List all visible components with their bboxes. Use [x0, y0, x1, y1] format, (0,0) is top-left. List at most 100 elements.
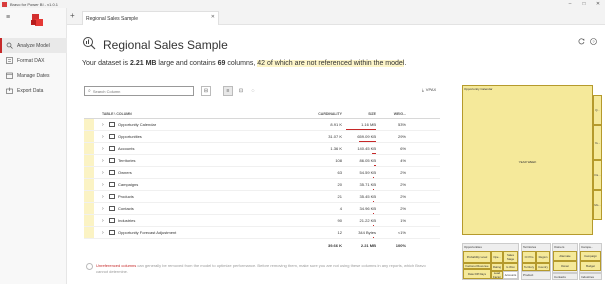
- nav-format-dax[interactable]: Format DAX: [0, 53, 67, 68]
- expand-all-button[interactable]: ≡: [223, 86, 233, 96]
- row-size: 659.09 KB: [357, 134, 376, 139]
- chevron-right-icon[interactable]: ›: [102, 158, 107, 164]
- columns-table: TABLE \ COLUMN CARDINALITY SIZE WEIG... …: [84, 109, 440, 251]
- export-vpax-button[interactable]: ⤓ VPAX: [422, 87, 436, 92]
- table-row[interactable]: › Accounts 1.36 K 140.45 KB 6%: [84, 143, 440, 155]
- table-header: TABLE \ COLUMN CARDINALITY SIZE WEIG...: [84, 109, 440, 119]
- settings-button[interactable]: ◌: [248, 86, 258, 96]
- row-size: 344 Bytes: [358, 230, 376, 235]
- row-weight: <1%: [397, 230, 406, 235]
- filter-unreferenced-button[interactable]: ⊟: [201, 86, 211, 96]
- new-tab-icon[interactable]: +: [70, 11, 75, 20]
- treemap-label: Territories: [523, 245, 537, 249]
- row-cardinality: 31.07 K: [328, 134, 342, 139]
- treemap-cell[interactable]: Budget: [580, 261, 601, 271]
- table-row[interactable]: › Opportunity Calendar 8.91 K 1.16 MB 53%: [84, 119, 440, 131]
- treemap-cell[interactable]: Rating: [491, 263, 503, 271]
- treemap-cell[interactable]: Probability Level: [463, 251, 491, 263]
- tab-close-icon[interactable]: ✕: [211, 14, 215, 20]
- chevron-right-icon[interactable]: ›: [102, 134, 107, 140]
- table-row[interactable]: › Owners 63 54.59 KB 2%: [84, 167, 440, 179]
- treemap-industries[interactable]: Industries: [579, 273, 602, 280]
- chevron-right-icon[interactable]: ›: [102, 146, 107, 152]
- chevron-right-icon[interactable]: ›: [102, 194, 107, 200]
- tab-regional-sales[interactable]: Regional Sales Sample ✕: [82, 11, 219, 25]
- header-name[interactable]: TABLE \ COLUMN: [94, 112, 298, 116]
- treemap-label: Opportunity Calendar: [464, 87, 493, 91]
- table-row[interactable]: › Campaigns 20 35.71 KB 2%: [84, 179, 440, 191]
- row-cardinality: 108: [335, 158, 342, 163]
- row-name: Opportunity Calendar: [118, 122, 157, 127]
- treemap-side-cell[interactable]: Q...: [593, 95, 602, 125]
- table-row[interactable]: › Opportunity Forecast Adjustment 12 344 By…: [84, 227, 440, 239]
- main-panel: Regional Sales Sample ? Your dataset is …: [67, 25, 605, 284]
- chevron-right-icon[interactable]: ›: [102, 230, 107, 236]
- treemap-side-cell[interactable]: Ye...: [593, 125, 602, 160]
- treemap-cell[interactable]: Campaign: [580, 251, 601, 261]
- nav-label: Export Data: [17, 87, 44, 94]
- size-bar: [373, 213, 374, 214]
- treemap-cell[interactable]: Owner: [553, 261, 577, 271]
- row-size: 35.71 KB: [359, 182, 376, 187]
- row-weight: 6%: [400, 146, 406, 151]
- treemap-opportunity-calendar[interactable]: Opportunity Calendar YEAR WEEK: [462, 85, 593, 235]
- maximize-icon[interactable]: □: [577, 0, 591, 8]
- header-weight[interactable]: WEIG...: [376, 112, 408, 116]
- header-cardinality[interactable]: CARDINALITY: [298, 112, 342, 116]
- treemap-cell[interactable]: Ope...: [491, 251, 503, 263]
- unreferenced-indicator: [84, 227, 94, 238]
- chevron-right-icon[interactable]: ›: [102, 182, 107, 188]
- chevron-right-icon[interactable]: ›: [102, 206, 107, 212]
- nav-analyze-model[interactable]: Analyze Model: [0, 38, 67, 53]
- treemap-cell[interactable]: Region: [536, 251, 550, 263]
- row-weight: 29%: [397, 134, 406, 139]
- row-cardinality: 1.36 K: [330, 146, 342, 151]
- collapse-all-button[interactable]: ⊡: [236, 86, 246, 96]
- table-icon: [109, 122, 115, 127]
- table-icon: [109, 134, 115, 139]
- help-icon[interactable]: ?: [590, 38, 597, 45]
- treemap-side-cell[interactable]: Mo...: [593, 190, 602, 220]
- treemap-cell[interactable]: Territory: [522, 263, 536, 271]
- expand-icon: ≡: [226, 88, 230, 94]
- table-row[interactable]: › Territories 108 86.05 KB 4%: [84, 155, 440, 167]
- treemap-cell[interactable]: Alternate: [553, 251, 577, 261]
- minimize-icon[interactable]: –: [563, 0, 577, 8]
- total-cardinality: 39.66 K: [327, 242, 342, 248]
- unreferenced-columns-highlight[interactable]: 42 of which are not referenced within th…: [257, 60, 405, 67]
- row-name: Territories: [118, 158, 136, 163]
- treemap-cell[interactable]: Accounts: [503, 271, 518, 279]
- treemap-cell[interactable]: Sales Stage: [503, 251, 518, 263]
- header-size[interactable]: SIZE: [342, 112, 376, 116]
- chevron-right-icon[interactable]: ›: [102, 170, 107, 176]
- nav-export-data[interactable]: Export Data: [0, 83, 67, 98]
- treemap-cell[interactable]: Lead Factor: [491, 271, 503, 279]
- nav-manage-dates[interactable]: Manage Dates: [0, 68, 67, 83]
- row-cardinality: 8.91 K: [330, 122, 342, 127]
- table-row[interactable]: › Products 21 35.45 KB 2%: [84, 191, 440, 203]
- table-row[interactable]: › Opportunities 31.07 K 659.09 KB 29%: [84, 131, 440, 143]
- table-row[interactable]: › Industries 90 21.22 KB 1%: [84, 215, 440, 227]
- close-icon[interactable]: ✕: [591, 0, 605, 8]
- chevron-right-icon[interactable]: ›: [102, 218, 107, 224]
- table-icon: [109, 182, 115, 187]
- treemap-cell[interactable]: Is Won: [503, 263, 518, 271]
- treemap-cell[interactable]: Or Prio: [522, 251, 536, 263]
- refresh-icon[interactable]: [578, 38, 585, 45]
- treemap-cell[interactable]: Date Diff Days: [463, 269, 491, 279]
- bravo-logo: [31, 14, 43, 26]
- treemap-products[interactable]: Product: [521, 271, 551, 280]
- table-row[interactable]: › Contacts 4 34.96 KB 2%: [84, 203, 440, 215]
- unreferenced-columns-link[interactable]: Unreferenced columns: [96, 263, 136, 268]
- treemap-cell[interactable]: Country: [536, 263, 550, 271]
- treemap-side-cell[interactable]: Fis...: [593, 160, 602, 190]
- treemap-contacts[interactable]: Contacts: [552, 273, 578, 280]
- row-weight: 2%: [400, 206, 406, 211]
- chevron-right-icon[interactable]: ›: [102, 122, 107, 128]
- app-icon: [2, 1, 7, 7]
- unreferenced-indicator: [84, 119, 94, 130]
- row-name-cell: › Contacts: [94, 206, 298, 212]
- vpax-icon: ⤓: [422, 87, 424, 92]
- search-input[interactable]: ⌕ Search Column: [84, 86, 194, 96]
- hamburger-menu-icon[interactable]: ≡: [6, 14, 10, 21]
